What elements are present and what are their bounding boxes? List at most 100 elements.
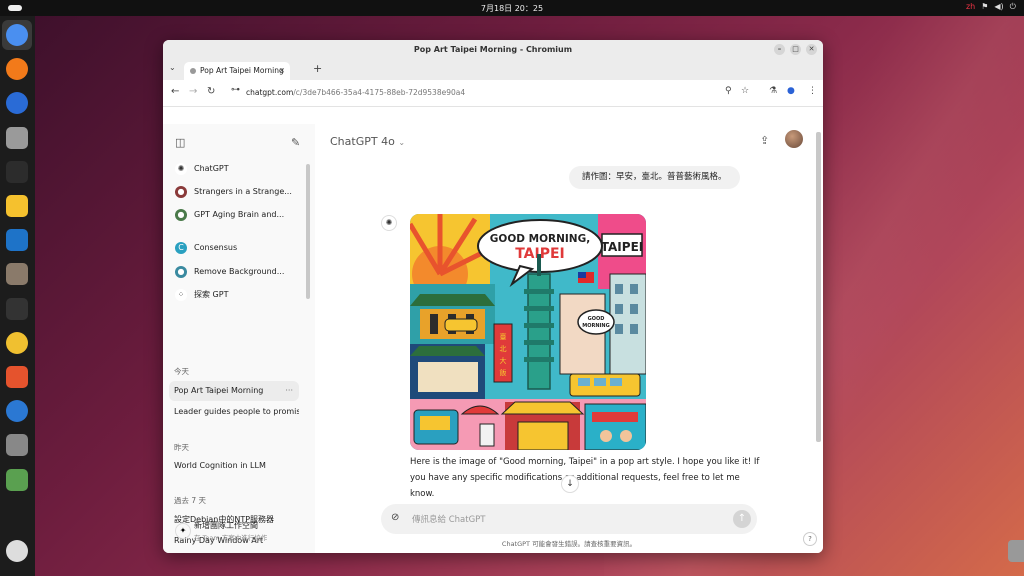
send-button[interactable]: ↑ [733, 510, 751, 528]
reload-icon[interactable]: ↻ [207, 86, 215, 97]
dock-inkscape-icon[interactable] [6, 297, 28, 320]
back-icon[interactable]: ← [171, 86, 179, 97]
site-info-icon[interactable]: ⊶ [231, 85, 240, 95]
sidebar-item-label: ChatGPT [194, 164, 229, 173]
assistant-avatar-icon: ✺ [381, 215, 397, 231]
sidebar-item-label: GPT Aging Brain and... [194, 210, 285, 219]
power-icon[interactable]: ⏻ [1010, 2, 1016, 12]
system-tray[interactable]: zh ⚑ ◀) ⏻ [966, 2, 1016, 12]
dock-ubuntu-icon[interactable] [6, 540, 28, 562]
sidebar-item-label: Strangers in a Strange... [194, 187, 292, 196]
sidebar-scrollbar[interactable] [306, 164, 310, 299]
dock-writer-icon[interactable] [6, 229, 28, 252]
chat-title: Leader guides people to promise [174, 407, 299, 416]
attach-icon[interactable]: ⊘ [391, 512, 399, 523]
team-plus-icon: ✦ [175, 523, 191, 539]
sidebar-gpt-item[interactable]: ● Remove Background... [169, 262, 299, 282]
tab-favicon-icon [190, 68, 196, 74]
sidebar-gpt-item[interactable]: ● GPT Aging Brain and... [169, 205, 299, 225]
team-subtitle: 在 Team 方案中進行協作 [194, 534, 268, 542]
dock-firefox-icon[interactable] [6, 58, 28, 81]
chat-title: Pop Art Taipei Morning [174, 386, 264, 395]
labs-flask-icon[interactable]: ⚗ [769, 86, 777, 96]
window-titlebar[interactable]: Pop Art Taipei Morning - Chromium – □ ✕ [163, 40, 823, 60]
dock-files-icon[interactable] [6, 126, 28, 149]
svg-text:MORNING: MORNING [582, 323, 609, 329]
zoom-icon[interactable]: ⚲ [725, 86, 732, 96]
sidebar-gpt-item[interactable]: C Consensus [169, 238, 299, 258]
chat-title: World Cognition in LLM [174, 461, 266, 470]
image-sign-text: TAIPEI [601, 240, 643, 254]
scroll-down-icon[interactable]: ↓ [561, 475, 579, 493]
model-selector[interactable]: ChatGPT 4o ⌄ [330, 135, 405, 148]
sidebar-item-label: 探索 GPT [194, 290, 229, 299]
sidebar-section-title: 今天 [174, 367, 189, 376]
forward-icon[interactable]: → [189, 86, 197, 97]
dock-trash-icon[interactable] [6, 468, 28, 491]
dock [0, 16, 35, 576]
openai-icon: ✺ [175, 163, 187, 175]
tab-close-icon[interactable]: ✕ [279, 62, 285, 80]
gpt-avatar-icon: ● [175, 186, 187, 198]
sidebar-chat-item[interactable]: Leader guides people to promise [169, 402, 299, 422]
help-icon[interactable]: ? [803, 532, 817, 546]
profile-icon[interactable]: ● [787, 86, 795, 96]
dock-terminal-icon[interactable] [6, 160, 28, 183]
sidebar-gpt-item[interactable]: ⁘ 探索 GPT [169, 285, 299, 305]
sidebar-gpt-item[interactable]: ✺ ChatGPT [169, 159, 299, 179]
message-input[interactable]: 傳訊息給 ChatGPT [412, 513, 485, 525]
gpt-avatar-icon: ● [175, 266, 187, 278]
svg-text:GOOD MORNING,: GOOD MORNING, [490, 233, 590, 245]
consensus-icon: C [175, 242, 187, 254]
user-message: 請作圖：早安，臺北。普普藝術風格。 [569, 166, 740, 189]
input-method-indicator[interactable]: zh [966, 2, 975, 12]
sidebar-gpt-item[interactable]: ● Strangers in a Strange... [169, 182, 299, 202]
browser-window: Pop Art Taipei Morning - Chromium – □ ✕ … [163, 40, 823, 553]
user-avatar[interactable] [785, 130, 803, 148]
browser-menu-icon[interactable]: ⋮ [808, 86, 817, 96]
generated-image[interactable]: TAIPEI GOOD MORNING, TAIPEI [410, 214, 646, 450]
close-window-button[interactable]: ✕ [806, 44, 817, 55]
more-options-icon[interactable]: ··· [285, 381, 293, 401]
sidebar-chat-item[interactable]: World Cognition in LLM [169, 456, 299, 476]
new-chat-icon[interactable]: ✎ [291, 136, 300, 149]
sidebar-section-title: 過去 7 天 [174, 496, 207, 505]
chat-main: ChatGPT 4o ⌄ ⇪ 請作圖：早安，臺北。普普藝術風格。 ✺ TAIPE… [315, 124, 823, 553]
svg-text:飯: 飯 [500, 368, 507, 377]
svg-text:臺: 臺 [500, 332, 507, 341]
dock-disk-icon[interactable] [6, 434, 28, 457]
tab-strip: ⌄ Pop Art Taipei Morning ✕ + [163, 60, 823, 80]
volume-icon[interactable]: ◀) [994, 2, 1003, 12]
bookmark-star-icon[interactable]: ☆ [741, 86, 749, 96]
add-team-workspace[interactable]: ✦ 新增團隊工作空間 在 Team 方案中進行協作 [169, 518, 309, 548]
system-top-bar: 7月18日 20：25 zh ⚑ ◀) ⏻ [0, 0, 1024, 16]
pop-art-illustration: TAIPEI GOOD MORNING, TAIPEI [410, 214, 646, 450]
new-tab-button[interactable]: + [313, 62, 322, 75]
dock-app-center-icon[interactable] [6, 366, 28, 388]
message-composer: ⊘ 傳訊息給 ChatGPT ↑ [381, 504, 757, 534]
minimize-button[interactable]: – [774, 44, 785, 55]
share-icon[interactable]: ⇪ [760, 134, 769, 147]
dock-gimp-icon[interactable] [6, 263, 28, 286]
sidebar-toggle-icon[interactable]: ◫ [175, 136, 185, 149]
sidebar-item-label: Consensus [194, 243, 238, 252]
network-icon[interactable]: ⚑ [981, 2, 988, 12]
sidebar-section-title: 昨天 [174, 443, 189, 452]
dock-chromium-icon[interactable] [6, 24, 28, 46]
tab-search-icon[interactable]: ⌄ [169, 63, 176, 72]
maximize-button[interactable]: □ [790, 44, 801, 55]
url-text[interactable]: chatgpt.com/c/3de7b466-35a4-4175-88eb-72… [246, 88, 465, 97]
dock-thunderbird-icon[interactable] [6, 92, 28, 115]
chat-scrollbar[interactable] [816, 132, 821, 442]
gpt-avatar-icon: ● [175, 209, 187, 221]
assistant-reply: Here is the image of "Good morning, Taip… [410, 457, 760, 499]
tab-pop-art-taipei[interactable]: Pop Art Taipei Morning ✕ [184, 62, 290, 80]
dock-rhythmbox-icon[interactable] [6, 331, 28, 354]
sidebar-chat-item[interactable]: Pop Art Taipei Morning ··· [169, 381, 299, 401]
desktop-home-icon[interactable] [1008, 540, 1024, 562]
dock-help-icon[interactable] [6, 400, 28, 423]
address-bar[interactable]: ⊶ chatgpt.com/c/3de7b466-35a4-4175-88eb-… [227, 84, 747, 102]
clock[interactable]: 7月18日 20：25 [0, 3, 1024, 14]
svg-text:大: 大 [500, 356, 507, 365]
dock-text-editor-icon[interactable] [6, 195, 28, 217]
